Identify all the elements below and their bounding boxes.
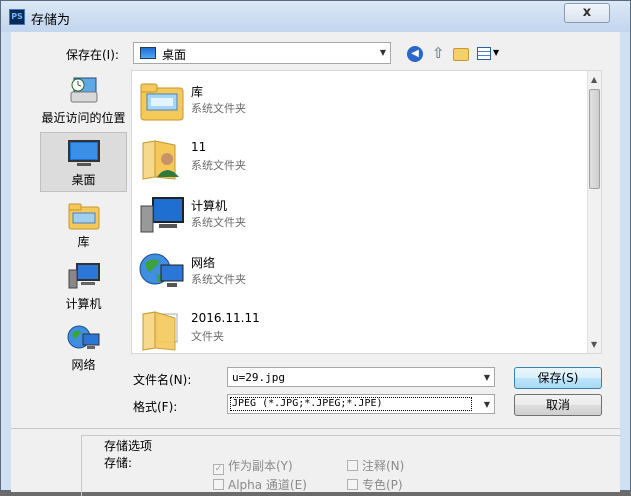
- scroll-down-icon[interactable]: ▼: [591, 340, 597, 349]
- computer-icon: [140, 197, 184, 233]
- save-in-label: 保存在(I):: [66, 48, 119, 62]
- dialog-title: 存储为: [31, 13, 71, 28]
- place-recent[interactable]: 最近访问的位置: [40, 72, 127, 128]
- as-copy-label: 作为副本(Y): [228, 459, 293, 473]
- list-item[interactable]: 库 系统文件夹: [136, 74, 576, 128]
- chevron-down-icon[interactable]: ▼: [493, 48, 499, 57]
- file-list[interactable]: 库 系统文件夹 11 系统文件夹 计算机 系统文件夹 网络 系统文件夹 2016…: [131, 70, 602, 354]
- recent-places-icon: [70, 77, 98, 103]
- place-label: 桌面: [71, 173, 96, 187]
- file-name: 计算机: [191, 199, 228, 213]
- list-item[interactable]: 2016.11.11 文件夹: [136, 302, 576, 356]
- list-item[interactable]: 网络 系统文件夹: [136, 245, 576, 299]
- cancel-button[interactable]: 取消: [514, 394, 602, 416]
- desktop-icon: [140, 47, 156, 59]
- place-libraries[interactable]: 库: [40, 197, 127, 251]
- file-name: 11: [191, 140, 207, 154]
- filename-field[interactable]: [228, 368, 468, 386]
- place-label: 计算机: [65, 297, 102, 311]
- file-name: 2016.11.11: [191, 311, 260, 325]
- spot-label: 专色(P): [362, 478, 403, 492]
- spot-option[interactable]: 专色(P): [347, 476, 403, 493]
- format-select[interactable]: JPEG (*.JPG;*.JPEG;*.JPE) ▼: [227, 394, 495, 414]
- file-type: 系统文件夹: [191, 159, 246, 172]
- save-button[interactable]: 保存(S): [514, 367, 602, 389]
- alpha-checkbox[interactable]: [213, 479, 224, 490]
- up-folder-icon[interactable]: ⇧: [432, 44, 446, 62]
- place-network[interactable]: 网络: [40, 320, 127, 374]
- format-value: JPEG (*.JPG;*.JPEG;*.JPE): [230, 397, 472, 411]
- scroll-thumb[interactable]: [589, 89, 600, 189]
- desktop-icon: [68, 140, 100, 166]
- file-name: 库: [191, 85, 204, 99]
- photoshop-app-icon: PS: [9, 9, 25, 25]
- divider: [11, 428, 620, 429]
- list-item[interactable]: 11 系统文件夹: [136, 131, 576, 185]
- navigation-toolbar: ◀ ⇧ ▼: [407, 44, 507, 64]
- place-computer[interactable]: 计算机: [40, 258, 127, 312]
- place-label: 库: [77, 235, 90, 249]
- annotations-option[interactable]: 注释(N): [347, 457, 404, 474]
- location-select[interactable]: 桌面 ▼: [133, 42, 391, 64]
- annotations-checkbox[interactable]: [347, 460, 358, 471]
- file-type: 文件夹: [191, 330, 224, 343]
- spot-checkbox[interactable]: [347, 479, 358, 490]
- new-folder-icon[interactable]: [453, 48, 469, 61]
- filename-label: 文件名(N):: [133, 373, 192, 387]
- libraries-icon: [68, 203, 100, 230]
- store-label: 存储:: [104, 456, 133, 470]
- location-value: 桌面: [162, 48, 187, 62]
- folder-icon: [142, 311, 178, 351]
- close-button[interactable]: x: [564, 3, 610, 23]
- view-menu-icon[interactable]: [477, 47, 491, 60]
- chevron-down-icon[interactable]: ▼: [484, 373, 490, 382]
- as-copy-checkbox[interactable]: ✓: [213, 464, 224, 475]
- alpha-label: Alpha 通道(E): [228, 478, 307, 492]
- place-desktop[interactable]: 桌面: [40, 132, 127, 192]
- annotations-label: 注释(N): [362, 459, 405, 473]
- place-label: 最近访问的位置: [41, 111, 126, 125]
- network-globe-icon: [139, 253, 184, 287]
- file-type: 系统文件夹: [191, 216, 246, 229]
- file-name: 网络: [191, 256, 216, 270]
- file-type: 系统文件夹: [191, 273, 246, 286]
- scroll-up-icon[interactable]: ▲: [591, 75, 597, 84]
- back-icon[interactable]: ◀: [407, 46, 423, 62]
- file-type: 系统文件夹: [191, 102, 246, 115]
- alpha-option[interactable]: Alpha 通道(E): [213, 476, 307, 493]
- format-label: 格式(F):: [133, 400, 178, 414]
- chevron-down-icon[interactable]: ▼: [380, 48, 386, 57]
- user-folder-icon: [142, 140, 179, 180]
- filename-input[interactable]: ▼: [227, 367, 495, 387]
- list-item[interactable]: 计算机 系统文件夹: [136, 188, 576, 242]
- dialog-body: 保存在(I): 桌面 ▼ ◀ ⇧ ▼ 最近访问的位置 桌面 库 计算机 网络 库…: [11, 32, 621, 496]
- computer-icon: [68, 263, 100, 289]
- save-options-title: 存储选项: [104, 439, 153, 453]
- places-bar: 最近访问的位置 桌面 库 计算机 网络: [40, 72, 127, 372]
- close-icon: x: [582, 5, 592, 20]
- save-as-dialog: PS 存储为 x 保存在(I): 桌面 ▼ ◀ ⇧ ▼ 最近访问的位置 桌面 库…: [0, 0, 631, 496]
- vertical-scrollbar[interactable]: ▲ ▼: [587, 71, 601, 353]
- title-bar[interactable]: PS 存储为 x: [1, 1, 630, 32]
- as-copy-option[interactable]: ✓ 作为副本(Y): [213, 457, 293, 475]
- libraries-folder-icon: [140, 83, 184, 121]
- place-label: 网络: [71, 358, 96, 372]
- chevron-down-icon[interactable]: ▼: [484, 400, 490, 409]
- network-icon: [67, 325, 100, 349]
